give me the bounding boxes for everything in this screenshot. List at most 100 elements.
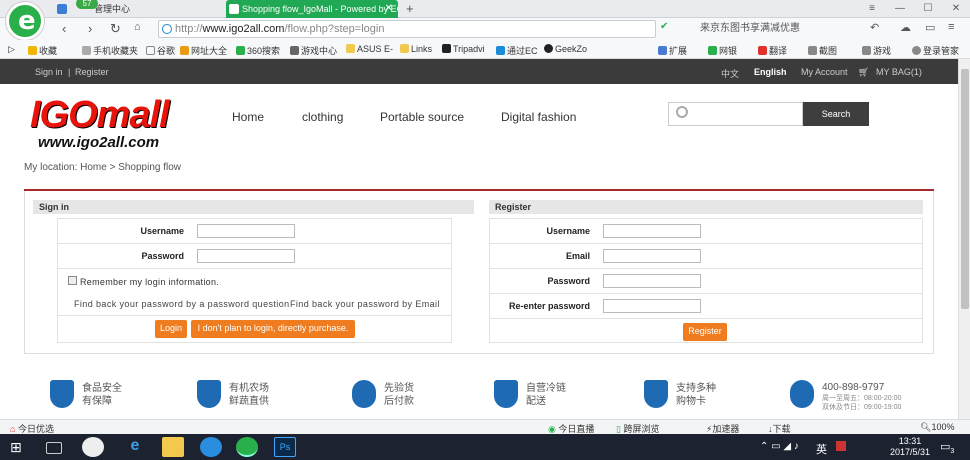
file-explorer-icon[interactable] [162,437,184,457]
site-icon [236,46,245,55]
bookmark-favorites[interactable]: 收藏 [28,44,57,57]
signin-username-input[interactable] [197,224,295,238]
lang-chinese-link[interactable]: 中文 [721,67,739,80]
user-icon [912,46,921,55]
app-icon[interactable] [200,437,222,457]
forward-icon[interactable]: › [88,21,92,36]
password-label: Password [547,276,590,286]
browser-nav-bar: ‹ › ↻ ⌂ http://www.igo2all.com/flow.php?… [0,18,970,40]
nav-digital-fashion[interactable]: Digital fashion [501,110,576,124]
cloud-icon[interactable]: ☁ [900,21,911,34]
windows-start-icon[interactable]: ⊞ [10,437,32,457]
bookmark-url-directory[interactable]: 网址大全 [180,44,227,57]
ie-icon [496,46,505,55]
register-button[interactable]: Register [683,323,727,341]
bookmark-mobile[interactable]: 手机收藏夹 [82,44,138,57]
tray-icons[interactable]: ⌃ ▭ ◢ ♪ [760,441,799,452]
home-icon[interactable]: ⌂ [134,21,141,33]
edge-icon[interactable]: e [124,437,146,457]
live-icon: ◉ [548,424,556,434]
my-bag-link[interactable]: MY BAG(1) [876,67,922,77]
toolbar-translate[interactable]: 翻译 [758,44,787,57]
register-confirm-password-input[interactable] [603,299,701,313]
nav-portable-source[interactable]: Portable source [380,110,464,124]
form-row: Username [58,219,451,244]
globe-icon [162,24,172,34]
card-icon [644,380,668,408]
register-email-input[interactable] [603,249,701,263]
browser-search-field[interactable]: 来京东图书享满减优惠 [686,20,856,38]
undo-icon[interactable]: ↶ [870,21,879,34]
site-logo[interactable]: IGOmall www.igo2all.com [30,94,195,152]
signin-link[interactable]: Sign in [35,67,63,77]
lang-english-link[interactable]: English [754,67,787,77]
remember-checkbox[interactable] [68,276,77,285]
guest-purchase-button[interactable]: I don't plan to login, directly purchase… [191,320,355,338]
find-by-email-link[interactable]: Find back your password by Email [290,299,440,309]
tab-label: Shopping flow_IgoMall - Powered by ECSho… [242,4,398,14]
toolbar-extensions[interactable]: 扩展 [658,44,687,57]
app-icon[interactable] [82,437,104,457]
close-window-button[interactable]: ✕ [942,0,970,18]
my-account-link[interactable]: My Account [801,67,848,77]
minimize-button[interactable]: — [886,0,914,18]
nav-home[interactable]: Home [232,110,264,124]
photoshop-icon[interactable]: Ps [274,437,296,457]
tab-shopping-flow[interactable]: Shopping flow_IgoMall - Powered by ECSho… [226,0,398,18]
notification-badge: 57 [76,0,98,9]
shield-leaf-icon [197,380,221,408]
page-scrollbar[interactable] [958,59,970,419]
toolbar-ebank[interactable]: 网银 [708,44,737,57]
clock[interactable]: 13:31 2017/5/31 [890,436,930,458]
register-link[interactable]: Register [75,67,109,77]
site-search-button[interactable]: Search [803,102,869,126]
bookmark-game-center[interactable]: 游戏中心 [290,44,337,57]
tabs-icon[interactable]: ▭ [925,21,935,34]
security-icon[interactable]: ✔ [660,21,668,32]
zoom-level[interactable]: 🔍︎100% [920,422,954,433]
search-icon [676,106,688,118]
app-tray-icon[interactable] [836,441,846,451]
signin-password-input[interactable] [197,249,295,263]
menu-icon[interactable]: ≡ [858,0,886,18]
bookmark-links[interactable]: Links [400,44,432,54]
owl-icon [442,44,451,53]
bookmark-geekzone[interactable]: GeekZo [544,44,587,54]
scroll-thumb[interactable] [961,69,969,309]
expand-icon[interactable]: ▷ [8,44,15,55]
address-bar[interactable]: http://www.igo2all.com/flow.php?step=log… [158,20,656,38]
360-browser-icon[interactable] [236,437,258,457]
shield-icon [708,46,717,55]
task-view-icon[interactable] [46,442,62,454]
bookmark-ec[interactable]: 通过EC [496,44,538,57]
ime-indicator[interactable]: 英 [816,441,827,457]
new-tab-button[interactable]: + [406,1,414,16]
form-row: Remember my login information. [58,269,451,294]
site-header: IGOmall www.igo2all.com Home clothing Po… [0,84,958,154]
toolbar-login-manager[interactable]: 登录管家 [912,44,959,57]
find-by-question-link[interactable]: Find back your password by a password qu… [74,299,290,309]
notifications-icon[interactable]: ▭3 [940,440,954,455]
menu-icon[interactable]: ≡ [948,21,954,33]
site-search-input[interactable] [668,102,803,126]
form-row: Password [490,269,922,294]
register-panel: Register Username Email Password Re-ente… [481,200,927,348]
toolbar-screenshot[interactable]: 截图 [808,44,837,57]
bookmark-asus[interactable]: ASUS E- [346,44,393,54]
folder-icon [82,46,91,55]
login-button[interactable]: Login [155,320,187,338]
bookmark-360-search[interactable]: 360搜索 [236,44,280,57]
browser-logo[interactable] [6,2,44,40]
register-username-input[interactable] [603,224,701,238]
register-password-input[interactable] [603,274,701,288]
refresh-icon[interactable]: ↻ [110,21,121,37]
maximize-button[interactable]: ☐ [914,0,942,18]
close-icon[interactable]: ✕ [385,0,393,18]
back-icon[interactable]: ‹ [62,21,66,36]
site-icon [180,46,189,55]
nav-clothing[interactable]: clothing [302,110,343,124]
bookmark-google[interactable]: 谷歌 [146,44,175,57]
bookmark-tripadvisor[interactable]: Tripadvi [442,44,485,54]
signin-title: Sign in [33,200,474,214]
toolbar-games[interactable]: 游戏 [862,44,891,57]
